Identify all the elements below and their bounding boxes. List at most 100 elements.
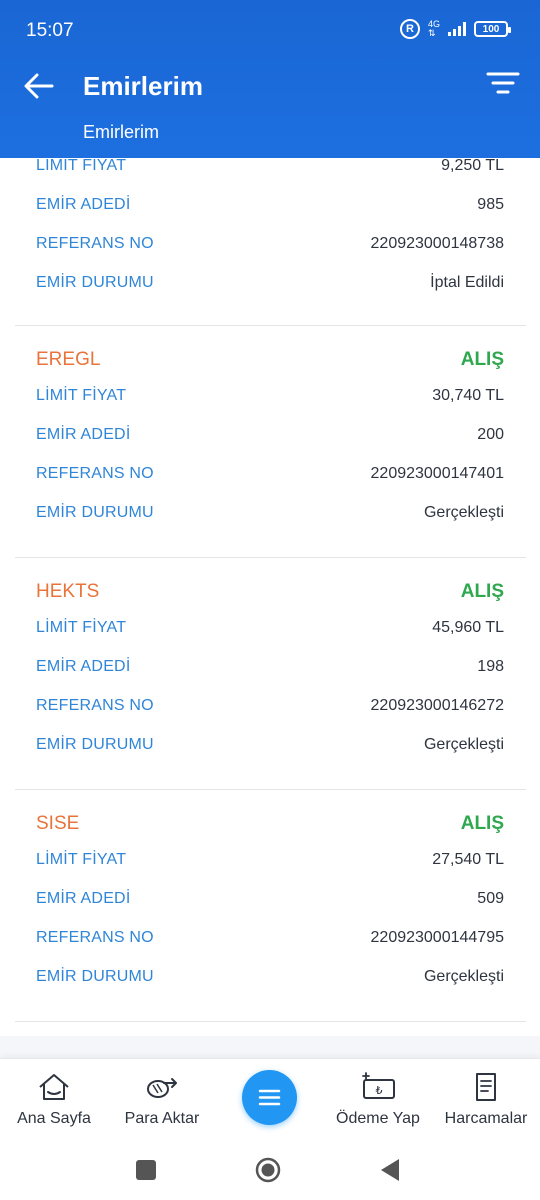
nav-expenses[interactable]: Harcamalar	[432, 1059, 540, 1141]
row-label: EMİR DURUMU	[36, 274, 154, 291]
row-label: EMİR DURUMU	[36, 504, 154, 521]
signal-icon	[448, 22, 466, 36]
nav-label: Harcamalar	[444, 1110, 528, 1127]
row-label: REFERANS NO	[36, 929, 154, 946]
row-label: LİMİT FİYAT	[36, 387, 127, 404]
order-row: LİMİT FİYAT 30,740 TL	[36, 384, 504, 408]
row-value: 27,540 TL	[432, 851, 504, 868]
row-value: 220923000144795	[370, 929, 504, 946]
order-symbol: SISE	[36, 813, 80, 834]
data-arrows-icon: ⇅	[427, 28, 436, 38]
order-header: HEKTS ALIŞ	[36, 580, 504, 604]
row-value: 198	[477, 658, 504, 675]
row-label: LİMİT FİYAT	[36, 851, 127, 868]
battery-icon: 100	[474, 21, 511, 37]
row-value: 985	[477, 196, 504, 213]
order-row: EMİR DURUMU Gerçekleşti	[36, 965, 504, 989]
orders-list: LİMİT FİYAT 9,250 TL EMİR ADEDİ 985 REFE…	[0, 158, 540, 1058]
order-row: REFERANS NO 220923000146272	[36, 694, 504, 718]
row-label: EMİR DURUMU	[36, 968, 154, 985]
nav-label: Ana Sayfa	[17, 1110, 91, 1127]
row-label: REFERANS NO	[36, 235, 154, 252]
r-badge-icon: R	[399, 19, 420, 39]
order-side: ALIŞ	[460, 349, 504, 370]
row-value: İptal Edildi	[430, 274, 504, 291]
order-row: EMİR DURUMU İptal Edildi	[36, 271, 504, 295]
order-symbol: HEKTS	[36, 581, 100, 602]
row-value: 9,250 TL	[441, 158, 504, 174]
nav-payment[interactable]: ₺ Ödeme Yap	[324, 1059, 432, 1141]
row-value: 220923000147401	[370, 465, 504, 482]
order-row: EMİR DURUMU Gerçekleşti	[36, 501, 504, 525]
system-navigation-bar	[0, 1140, 540, 1200]
filter-icon	[486, 72, 520, 94]
row-label: LİMİT FİYAT	[36, 158, 127, 174]
order-row: EMİR DURUMU Gerçekleşti	[36, 733, 504, 757]
main-menu-button[interactable]	[242, 1070, 297, 1125]
menu-icon	[258, 1089, 281, 1106]
order-card[interactable]: EREGL ALIŞ LİMİT FİYAT 30,740 TL EMİR AD…	[15, 326, 526, 558]
order-side: ALIŞ	[460, 813, 504, 834]
row-value: Gerçekleşti	[423, 504, 504, 521]
row-value: 220923000146272	[370, 697, 504, 714]
home-icon	[39, 1074, 69, 1100]
back-system-button[interactable]	[375, 1155, 405, 1185]
order-row: LİMİT FİYAT 45,960 TL	[36, 616, 504, 640]
svg-text:₺: ₺	[376, 1084, 383, 1097]
order-row: REFERANS NO 220923000144795	[36, 926, 504, 950]
row-value: Gerçekleşti	[423, 736, 504, 753]
circle-icon	[255, 1157, 281, 1183]
page-subtitle: Emirlerim	[83, 122, 159, 142]
row-label: EMİR ADEDİ	[36, 196, 131, 213]
back-button[interactable]	[22, 70, 56, 102]
row-label: EMİR ADEDİ	[36, 658, 131, 675]
order-row: EMİR ADEDİ 985	[36, 193, 504, 217]
status-icons: R 4G ⇅ 100	[399, 19, 511, 39]
nav-label: Para Aktar	[124, 1110, 200, 1127]
order-row: REFERANS NO 220923000147401	[36, 462, 504, 486]
row-label: REFERANS NO	[36, 465, 154, 482]
nav-home[interactable]: Ana Sayfa	[0, 1059, 108, 1141]
row-value: 45,960 TL	[432, 619, 504, 636]
status-bar: 15:07 R 4G ⇅ 100	[0, 0, 540, 60]
order-symbol: EREGL	[36, 349, 101, 370]
list-end-divider	[0, 1036, 540, 1058]
square-icon	[136, 1160, 156, 1180]
bottom-navigation: Ana Sayfa Para Aktar ₺ Ödeme Yap Harcama…	[0, 1058, 540, 1140]
filter-button[interactable]	[486, 70, 520, 98]
nav-label: Ödeme Yap	[336, 1110, 420, 1127]
order-side: ALIŞ	[460, 581, 504, 602]
back-arrow-icon	[24, 73, 54, 99]
row-label: EMİR DURUMU	[36, 736, 154, 753]
triangle-back-icon	[381, 1159, 399, 1181]
row-value: 509	[477, 890, 504, 907]
order-row: LİMİT FİYAT 27,540 TL	[36, 848, 504, 872]
payment-icon: ₺	[362, 1072, 395, 1099]
order-header: EREGL ALIŞ	[36, 348, 504, 372]
app-header: 15:07 R 4G ⇅ 100 Emirlerim Emirlerim	[0, 0, 540, 158]
page-title: Emirlerim	[83, 71, 203, 101]
recents-button[interactable]	[131, 1155, 161, 1185]
order-card[interactable]: LİMİT FİYAT 9,250 TL EMİR ADEDİ 985 REFE…	[15, 158, 526, 326]
nav-money-transfer[interactable]: Para Aktar	[108, 1059, 216, 1141]
row-label: LİMİT FİYAT	[36, 619, 127, 636]
row-value: Gerçekleşti	[423, 968, 504, 985]
row-value: 30,740 TL	[432, 387, 504, 404]
order-row: EMİR ADEDİ 509	[36, 887, 504, 911]
receipt-icon	[476, 1073, 496, 1101]
order-row: REFERANS NO 220923000148738	[36, 232, 504, 256]
row-value: 200	[477, 426, 504, 443]
status-time: 15:07	[26, 20, 74, 41]
row-value: 220923000148738	[370, 235, 504, 252]
order-row: EMİR ADEDİ 198	[36, 655, 504, 679]
order-row: LİMİT FİYAT 9,250 TL	[36, 158, 504, 178]
order-row: EMİR ADEDİ 200	[36, 423, 504, 447]
row-label: EMİR ADEDİ	[36, 890, 131, 907]
row-label: EMİR ADEDİ	[36, 426, 131, 443]
money-transfer-icon	[147, 1078, 177, 1098]
order-card[interactable]: HEKTS ALIŞ LİMİT FİYAT 45,960 TL EMİR AD…	[15, 558, 526, 790]
home-button[interactable]	[253, 1155, 283, 1185]
network-indicator: 4G ⇅	[428, 20, 440, 38]
order-header: SISE ALIŞ	[36, 812, 504, 836]
order-card[interactable]: SISE ALIŞ LİMİT FİYAT 27,540 TL EMİR ADE…	[15, 790, 526, 1022]
